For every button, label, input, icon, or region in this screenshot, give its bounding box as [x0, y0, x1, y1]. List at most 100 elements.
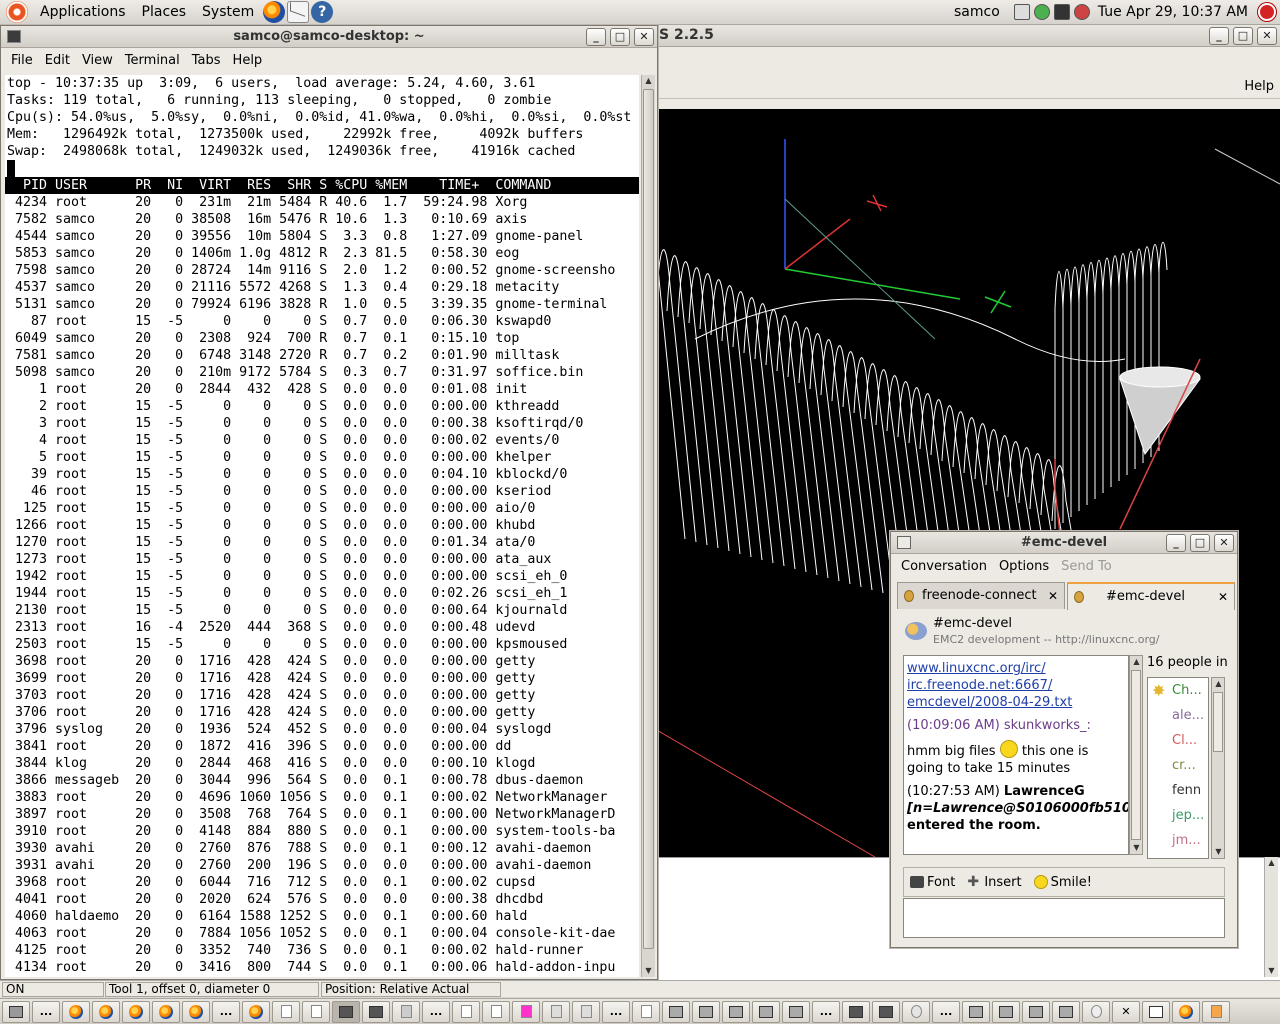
scroll-up-arrow-icon[interactable]: ▲: [643, 75, 654, 87]
axis-gcode-scrollbar[interactable]: ▲ ▼: [1264, 857, 1278, 977]
menu-help[interactable]: Help: [227, 53, 269, 68]
taskbar-item-pidgin[interactable]: [392, 1000, 420, 1023]
person-item[interactable]: cr...: [1148, 753, 1208, 778]
terminal-scroll-thumb[interactable]: [643, 89, 654, 949]
taskbar-item-window[interactable]: [992, 1000, 1020, 1023]
terminal-output[interactable]: top - 10:37:35 up 3:09, 6 users, load av…: [5, 75, 639, 977]
taskbar-item[interactable]: ...: [212, 1000, 240, 1023]
tab-freenode-connect[interactable]: freenode-connect ✕: [897, 582, 1065, 609]
people-list[interactable]: Ch... ale... Cl... cr... fenn jep... jm.…: [1147, 677, 1209, 859]
taskbar-item-window[interactable]: [722, 1000, 750, 1023]
firefox-icon[interactable]: [263, 1, 286, 23]
help-icon[interactable]: ?: [311, 1, 334, 23]
person-item[interactable]: jep...: [1148, 803, 1208, 828]
menu-file[interactable]: File: [5, 53, 39, 68]
taskbar-item[interactable]: ...: [32, 1000, 60, 1023]
terminal-icon[interactable]: [7, 30, 21, 43]
tray-applet-icon[interactable]: [1013, 4, 1030, 20]
taskbar-item-firefox[interactable]: [1172, 1000, 1200, 1023]
menu-options[interactable]: Options: [993, 559, 1055, 574]
chat-maximize-button[interactable]: □: [1190, 534, 1210, 552]
menu-view[interactable]: View: [76, 53, 119, 68]
people-scroll-thumb[interactable]: [1213, 692, 1223, 752]
terminal-titlebar[interactable]: samco@samco-desktop: ~ _ □ ✕: [1, 26, 657, 48]
taskbar-item-terminal[interactable]: [872, 1000, 900, 1023]
taskbar-item-search[interactable]: [1082, 1000, 1110, 1023]
taskbar-item-document[interactable]: [272, 1000, 300, 1023]
scroll-down-arrow-icon[interactable]: ▼: [1131, 842, 1142, 854]
taskbar-item-window[interactable]: [752, 1000, 780, 1023]
taskbar-item-gear[interactable]: [902, 1000, 930, 1023]
person-item[interactable]: fenn: [1148, 778, 1208, 803]
show-desktop-button[interactable]: [2, 1000, 30, 1023]
taskbar-item-settings[interactable]: [542, 1000, 570, 1023]
scroll-up-arrow-icon[interactable]: ▲: [1213, 678, 1224, 690]
taskbar-item-editor[interactable]: [632, 1000, 660, 1023]
taskbar-item-terminal[interactable]: [842, 1000, 870, 1023]
scroll-down-arrow-icon[interactable]: ▼: [643, 965, 654, 977]
tab-close-icon[interactable]: ✕: [1048, 583, 1058, 609]
taskbar-item-firefox[interactable]: [92, 1000, 120, 1023]
menu-send-to[interactable]: Send To: [1055, 559, 1118, 574]
tab-close-icon[interactable]: ✕: [1218, 584, 1228, 610]
axis-titlebar[interactable]: S 2.2.5 _ □ ✕: [655, 25, 1280, 47]
axis-help-menu[interactable]: Help: [1244, 79, 1274, 94]
taskbar-item-firefox[interactable]: [152, 1000, 180, 1023]
font-button[interactable]: Font: [904, 875, 961, 890]
workspace-switcher[interactable]: [1142, 1000, 1170, 1023]
chat-log-scrollbar[interactable]: ▲ ▼: [1129, 655, 1143, 855]
trash-button[interactable]: [1202, 1000, 1230, 1023]
power-icon[interactable]: [1258, 3, 1276, 21]
person-item[interactable]: Ch...: [1148, 678, 1208, 703]
axis-maximize-button[interactable]: □: [1233, 27, 1253, 45]
taskbar-item[interactable]: ...: [602, 1000, 630, 1023]
taskbar-item-window[interactable]: [662, 1000, 690, 1023]
taskbar-item-terminal[interactable]: [332, 1000, 360, 1023]
chat-log-scroll-thumb[interactable]: [1131, 670, 1141, 840]
log-url-link[interactable]: www.linuxcnc.org/irc/: [907, 661, 1046, 676]
mail-icon[interactable]: [287, 1, 310, 23]
insert-button[interactable]: ✚ Insert: [961, 875, 1027, 890]
taskbar-item-terminal[interactable]: [362, 1000, 390, 1023]
chat-titlebar[interactable]: #emc-devel _ □ ✕: [891, 532, 1237, 554]
axis-close-button[interactable]: ✕: [1257, 27, 1277, 45]
menu-edit[interactable]: Edit: [39, 53, 76, 68]
panel-user[interactable]: samco: [942, 4, 1012, 20]
person-item[interactable]: ale...: [1148, 703, 1208, 728]
taskbar-item-tools[interactable]: ✕: [1112, 1000, 1140, 1023]
places-menu[interactable]: Places: [134, 0, 195, 25]
taskbar-item-document[interactable]: [302, 1000, 330, 1023]
people-list-scrollbar[interactable]: ▲ ▼: [1211, 677, 1225, 859]
terminal-close-button[interactable]: ✕: [634, 28, 654, 46]
taskbar-item-image[interactable]: [512, 1000, 540, 1023]
scroll-up-arrow-icon[interactable]: ▲: [1266, 857, 1277, 869]
scroll-down-arrow-icon[interactable]: ▼: [1266, 965, 1277, 977]
panel-clock[interactable]: Tue Apr 29, 10:37 AM: [1092, 4, 1254, 20]
taskbar-item-firefox[interactable]: [182, 1000, 210, 1023]
person-item[interactable]: jm...: [1148, 828, 1208, 853]
chat-close-button[interactable]: ✕: [1214, 534, 1234, 552]
taskbar-item-window[interactable]: [1022, 1000, 1050, 1023]
ubuntu-logo-icon[interactable]: [6, 1, 28, 23]
system-menu[interactable]: System: [194, 0, 262, 25]
smile-button[interactable]: Smile!: [1028, 875, 1098, 890]
chat-message-input[interactable]: [903, 898, 1225, 938]
taskbar-item-document[interactable]: [452, 1000, 480, 1023]
volume-icon[interactable]: [1073, 4, 1090, 20]
person-item[interactable]: Cl...: [1148, 728, 1208, 753]
taskbar-item-settings[interactable]: [572, 1000, 600, 1023]
taskbar-item[interactable]: ...: [932, 1000, 960, 1023]
terminal-minimize-button[interactable]: _: [586, 28, 606, 46]
taskbar-item-document[interactable]: [482, 1000, 510, 1023]
taskbar-item-window[interactable]: [1052, 1000, 1080, 1023]
taskbar-item-window[interactable]: [692, 1000, 720, 1023]
taskbar-item-window[interactable]: [782, 1000, 810, 1023]
axis-minimize-button[interactable]: _: [1209, 27, 1229, 45]
tab-emc-devel[interactable]: #emc-devel ✕: [1067, 582, 1235, 610]
log-url-link[interactable]: emcdevel/2008-04-29.txt: [907, 695, 1072, 710]
taskbar-item-firefox[interactable]: [122, 1000, 150, 1023]
log-url-link[interactable]: irc.freenode.net:6667/: [907, 678, 1052, 693]
chat-minimize-button[interactable]: _: [1166, 534, 1186, 552]
chat-log[interactable]: www.linuxcnc.org/irc/ irc.freenode.net:6…: [903, 655, 1129, 855]
scroll-down-arrow-icon[interactable]: ▼: [1213, 846, 1224, 858]
